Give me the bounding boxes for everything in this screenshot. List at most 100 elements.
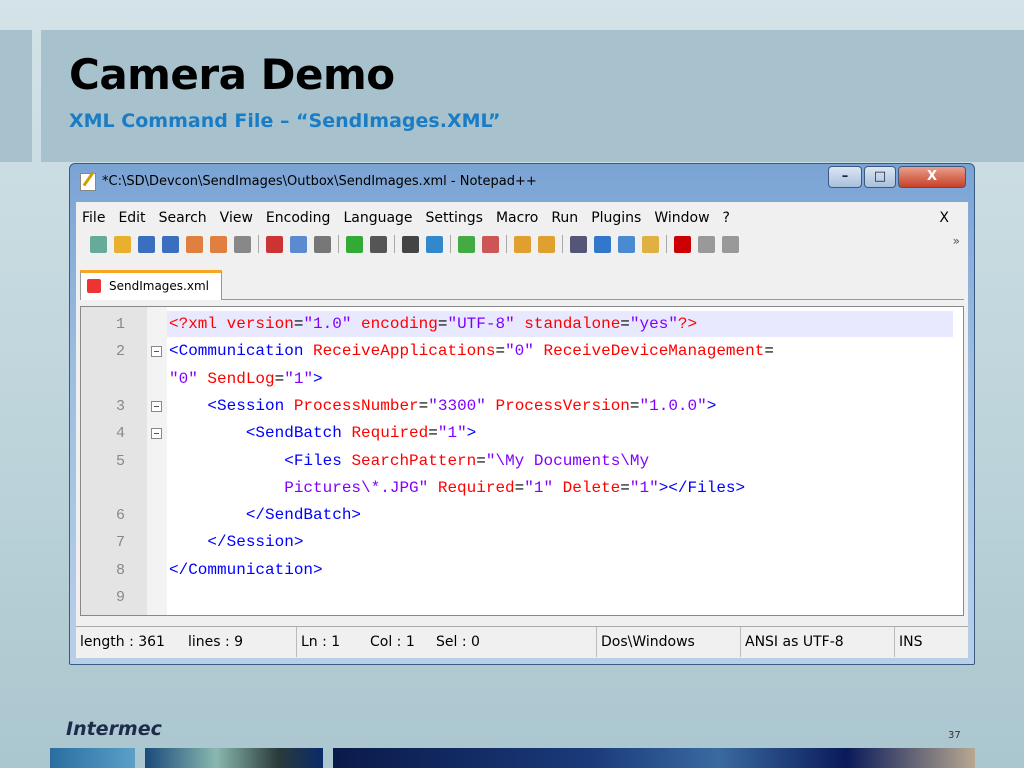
user-lang-icon[interactable] (642, 235, 659, 253)
code-token: = (514, 478, 525, 497)
header-band-left (0, 30, 32, 162)
close-all-icon[interactable] (210, 235, 227, 253)
play-macro-icon[interactable] (722, 235, 739, 253)
status-ln: Ln : 1 (296, 627, 340, 657)
line-number: 6 (115, 507, 125, 525)
menu-language[interactable]: Language (343, 206, 412, 230)
code-token: </Session> (169, 533, 304, 552)
menu-encoding[interactable]: Encoding (266, 206, 331, 230)
code-line: <?xml version="1.0" encoding="UTF-8" sta… (169, 311, 697, 338)
status-eol: Dos\Windows (596, 627, 695, 657)
tab-sendimages-xml[interactable]: SendImages.xml (80, 270, 222, 300)
new-file-icon[interactable] (90, 235, 107, 253)
code-token: = (293, 315, 304, 333)
menu-settings[interactable]: Settings (426, 206, 483, 230)
menu-file[interactable]: File (82, 206, 105, 230)
menu-search[interactable]: Search (159, 206, 207, 230)
maximize-button[interactable]: □ (864, 166, 896, 188)
sync-horizontal-icon[interactable] (538, 235, 555, 253)
replace-icon[interactable] (426, 235, 443, 253)
menu-help[interactable]: ? (723, 206, 730, 230)
code-line: </Communication> (169, 557, 323, 584)
code-line: <Files SearchPattern="\My Documents\My (169, 448, 649, 475)
status-mode: INS (894, 627, 923, 657)
code-line: "0" SendLog="1"> (169, 366, 323, 393)
line-number: 1 (115, 316, 125, 333)
line-number: 3 (115, 397, 125, 415)
code-token: > (706, 396, 717, 415)
code-token: encoding (361, 315, 438, 333)
menu-run[interactable]: Run (551, 206, 578, 230)
code-token: = (418, 396, 429, 415)
code-token: ProcessVersion (495, 396, 630, 415)
code-token: = (428, 424, 438, 443)
code-line: </Session> (169, 529, 303, 556)
sync-vertical-icon[interactable] (514, 235, 531, 253)
word-wrap-icon[interactable] (570, 235, 587, 253)
status-col: Col : 1 (370, 634, 415, 650)
redo-icon[interactable] (370, 235, 387, 253)
code-token: standalone (524, 315, 621, 333)
notepad-window: *C:\SD\Devcon\SendImages\Outbox\SendImag… (69, 163, 975, 665)
toolbar-separator (666, 235, 667, 253)
code-token: "UTF-8" (447, 315, 525, 333)
menu-edit[interactable]: Edit (118, 206, 145, 230)
copy-icon[interactable] (290, 235, 307, 253)
code-token: </Communication> (169, 560, 323, 579)
show-all-chars-icon[interactable] (594, 235, 611, 253)
code-token: = (476, 451, 486, 470)
code-token: "1" (437, 424, 467, 443)
open-file-icon[interactable] (114, 235, 131, 253)
status-sel: Sel : 0 (436, 634, 480, 650)
code-token: version (226, 315, 294, 333)
menu-window[interactable]: Window (654, 206, 709, 230)
intermec-logo: Intermec (66, 718, 162, 740)
save-all-icon[interactable] (162, 235, 179, 253)
status-bar: length : 361 lines : 9 Ln : 1 Col : 1 Se… (76, 626, 968, 658)
zoom-in-icon[interactable] (458, 235, 475, 253)
toolbar-overflow-icon[interactable]: » (953, 234, 960, 248)
menu-close-document[interactable]: X (939, 206, 949, 230)
code-token: "1.0.0" (639, 396, 707, 415)
undo-icon[interactable] (346, 235, 363, 253)
line-number (81, 366, 125, 393)
code-line: </SendBatch> (169, 502, 361, 529)
code-token: <?xml (169, 315, 227, 333)
fold-collapse-icon[interactable] (151, 400, 162, 412)
code-token: "0" (505, 342, 544, 361)
page-number: 37 (948, 730, 961, 741)
fold-collapse-icon[interactable] (151, 428, 162, 440)
code-token: > (313, 369, 323, 388)
paste-icon[interactable] (314, 235, 331, 253)
stop-macro-icon[interactable] (698, 235, 715, 253)
code-token: "yes" (629, 315, 678, 333)
close-icon[interactable] (186, 235, 203, 253)
line-number: 7 (115, 534, 125, 552)
menu-view[interactable]: View (220, 206, 253, 230)
fold-collapse-icon[interactable] (151, 346, 162, 358)
code-token: <Session (169, 396, 294, 415)
zoom-out-icon[interactable] (482, 235, 499, 253)
code-editor[interactable]: 1 <?xml version="1.0" encoding="UTF-8" st… (80, 306, 964, 616)
code-token: = (620, 315, 630, 333)
close-button[interactable]: X (898, 166, 966, 188)
code-token: "1.0" (303, 315, 362, 333)
minimize-button[interactable]: – (828, 166, 862, 188)
code-token: Required (351, 424, 429, 443)
record-macro-icon[interactable] (674, 235, 691, 253)
code-token: = (274, 369, 285, 388)
line-number: 5 (115, 452, 125, 470)
toolbar-separator (506, 235, 507, 253)
code-token: <Files (169, 451, 352, 470)
status-length: length : 361 (80, 634, 165, 650)
footer-image-1 (50, 748, 135, 768)
find-icon[interactable] (402, 235, 419, 253)
save-icon[interactable] (138, 235, 155, 253)
print-icon[interactable] (234, 235, 251, 253)
cut-icon[interactable] (266, 235, 283, 253)
menu-plugins[interactable]: Plugins (591, 206, 641, 230)
menu-macro[interactable]: Macro (496, 206, 538, 230)
toolbar-separator (338, 235, 339, 253)
indent-guide-icon[interactable] (618, 235, 635, 253)
toolbar-separator (562, 235, 563, 253)
